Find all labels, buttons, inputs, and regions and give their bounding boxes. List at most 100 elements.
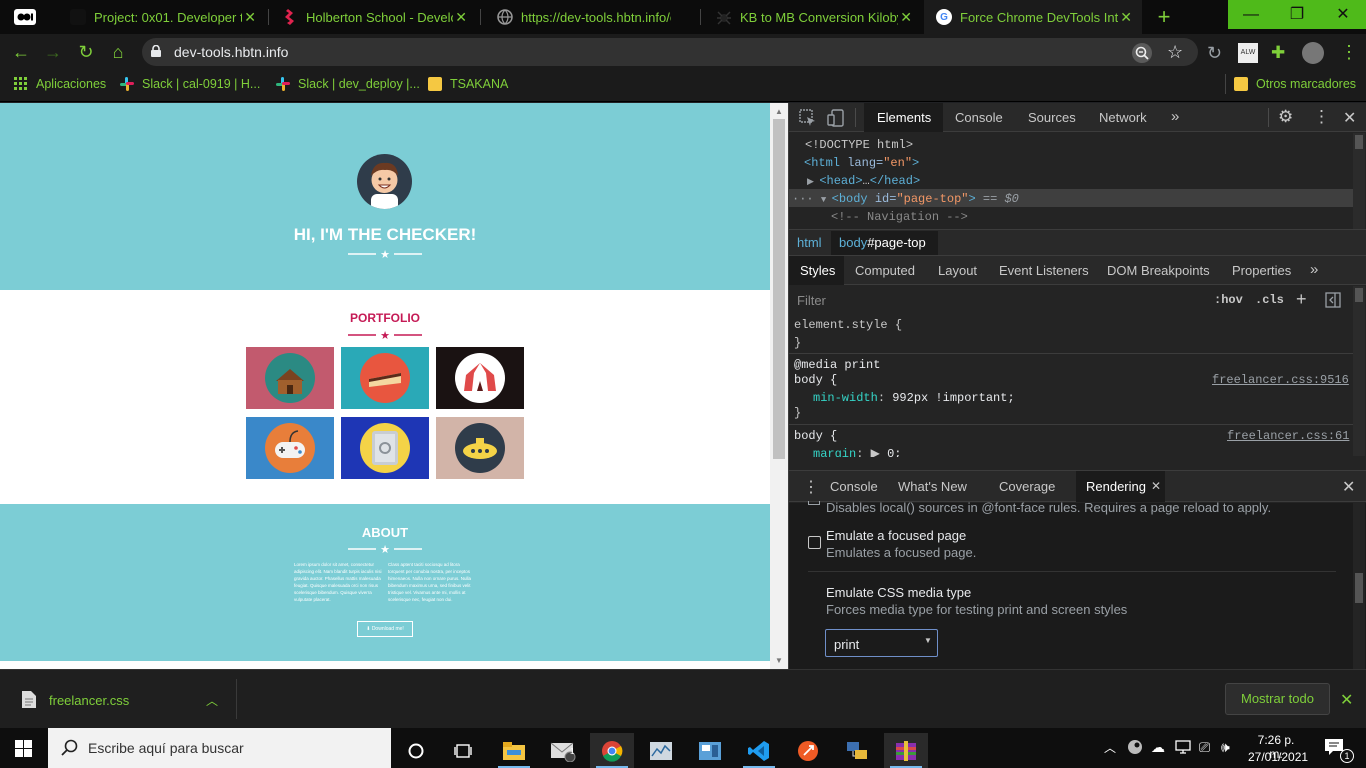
portfolio-item-circus[interactable] — [436, 347, 524, 409]
download-button[interactable]: ⬇ Download me! — [357, 621, 413, 637]
close-devtools-icon[interactable]: ✕ — [1343, 108, 1356, 128]
lock-icon[interactable] — [151, 44, 161, 57]
chevron-up-icon[interactable]: ︿ — [206, 692, 218, 709]
vscode-icon[interactable] — [737, 733, 781, 768]
browser-tab[interactable]: https://dev-tools.hbtn.info/css — [485, 0, 695, 34]
rule2-declaration[interactable]: margin: ▶ 0; — [813, 446, 901, 457]
cloud-sync-tray-icon[interactable]: ☁ — [1151, 739, 1165, 756]
task-view-icon[interactable] — [441, 733, 485, 768]
close-icon[interactable]: ✕ — [244, 9, 256, 26]
minimize-button[interactable]: — — [1228, 0, 1274, 29]
browser-tab[interactable]: KB to MB Conversion Kilobyte ✕ — [704, 0, 922, 34]
extensions-puzzle-icon[interactable]: ✚ — [1271, 43, 1285, 63]
tab-console[interactable]: Console — [955, 110, 1003, 125]
page-scrollbar[interactable]: ▲ ▼ — [770, 103, 788, 669]
toggle-sidebar-icon[interactable] — [1325, 292, 1341, 311]
drawer-tab-whats-new[interactable]: What's New — [898, 479, 967, 494]
volume-tray-icon[interactable]: 🕪 — [1221, 739, 1230, 756]
bookmark-other-folder[interactable]: Otros marcadores — [1234, 77, 1356, 91]
settings-gear-icon[interactable]: ⚙ — [1278, 107, 1293, 127]
tab-layout[interactable]: Layout — [938, 263, 977, 278]
winrar-icon[interactable] — [884, 733, 928, 768]
dom-comment-node[interactable]: <!-- Navigation --> — [831, 210, 968, 224]
close-icon[interactable]: ✕ — [1120, 9, 1132, 26]
breadcrumb-html[interactable]: html — [797, 235, 822, 250]
control-panel-icon[interactable] — [688, 733, 732, 768]
zoom-icon[interactable] — [1132, 43, 1152, 63]
checkbox-partial[interactable] — [808, 501, 820, 505]
new-tab-button[interactable]: + — [1150, 4, 1178, 30]
devtools-menu-icon[interactable]: ⋮ — [1313, 107, 1330, 127]
reload-icon[interactable]: ↻ — [75, 42, 97, 62]
dom-html-node[interactable]: <html lang="en"> — [804, 156, 919, 170]
tab-network[interactable]: Network — [1099, 110, 1147, 125]
network-app-icon[interactable] — [835, 733, 879, 768]
rule2-selector[interactable]: body { — [794, 429, 837, 443]
network-tray-icon[interactable] — [1175, 739, 1193, 758]
forward-arrow-icon[interactable]: → — [42, 42, 64, 62]
close-rendering-tab-icon[interactable]: ✕ — [1151, 479, 1161, 493]
device-toolbar-icon[interactable] — [827, 109, 845, 130]
close-drawer-icon[interactable]: ✕ — [1342, 477, 1355, 497]
close-icon[interactable]: ✕ — [455, 9, 467, 26]
file-explorer-icon[interactable] — [492, 733, 536, 768]
bookmark-slack-deploy[interactable]: Slack | dev_deploy |... — [276, 77, 420, 91]
tab-event-listeners[interactable]: Event Listeners — [999, 263, 1089, 278]
drawer-tab-coverage[interactable]: Coverage — [999, 479, 1055, 494]
rule2-source-link[interactable]: freelancer.css:61 — [1227, 429, 1349, 443]
chrome-menu-icon[interactable] — [14, 8, 36, 26]
portfolio-item-safe[interactable] — [341, 417, 429, 479]
meet-now-tray-icon[interactable]: ⎚ — [1199, 739, 1210, 756]
portfolio-item-cabin[interactable] — [246, 347, 334, 409]
windows-start-icon[interactable] — [15, 740, 32, 760]
dom-scrollbar[interactable] — [1353, 133, 1365, 229]
portfolio-item-submarine[interactable] — [436, 417, 524, 479]
profile-avatar[interactable] — [1302, 42, 1324, 64]
tab-computed[interactable]: Computed — [855, 263, 915, 278]
close-window-button[interactable]: ✕ — [1320, 0, 1366, 29]
show-hidden-icons-chevron[interactable]: ︿ — [1104, 739, 1116, 756]
styles-scrollbar[interactable] — [1353, 286, 1365, 456]
browser-tab[interactable]: Project: 0x01. Developer tools ✕ — [58, 0, 266, 34]
extension-alw-icon[interactable]: ALW — [1238, 43, 1258, 63]
drawer-tab-console[interactable]: Console — [830, 479, 878, 494]
steam-tray-icon[interactable] — [1127, 739, 1143, 758]
cls-button[interactable]: .cls — [1255, 293, 1284, 307]
styles-filter-input[interactable] — [789, 286, 1201, 314]
portfolio-item-cake[interactable] — [341, 347, 429, 409]
element-style-rule[interactable]: element.style { — [794, 318, 902, 332]
tab-sources[interactable]: Sources — [1028, 110, 1076, 125]
clock-date[interactable]: 27/01/2021 — [1248, 750, 1308, 764]
extension-refresh-icon[interactable]: ↻ — [1207, 43, 1222, 64]
scroll-up-arrow[interactable]: ▲ — [775, 107, 783, 116]
more-panes-chevron-icon[interactable]: » — [1310, 261, 1318, 278]
inspect-element-icon[interactable] — [799, 109, 817, 130]
dom-doctype[interactable]: <!DOCTYPE html> — [805, 138, 913, 152]
postman-icon[interactable] — [786, 733, 830, 768]
dom-head-node[interactable]: ▶ <head>…</head> — [807, 174, 920, 188]
back-arrow-icon[interactable]: ← — [10, 42, 32, 62]
scrollbar-thumb[interactable] — [773, 119, 785, 459]
browser-tab-active[interactable]: G Force Chrome DevTools Into ✕ — [924, 0, 1142, 34]
perf-monitor-icon[interactable] — [639, 733, 683, 768]
mail-icon[interactable]: 1 — [541, 733, 585, 768]
drawer-menu-icon[interactable]: ⋮ — [803, 477, 819, 497]
bookmark-folder-tsakana[interactable]: TSAKANA — [428, 77, 508, 91]
chrome-taskbar-icon[interactable] — [590, 733, 634, 768]
url-text[interactable]: dev-tools.hbtn.info — [174, 44, 288, 60]
tab-dom-breakpoints[interactable]: DOM Breakpoints — [1107, 263, 1210, 278]
bookmark-apps[interactable]: Aplicaciones — [14, 77, 106, 91]
tab-properties[interactable]: Properties — [1232, 263, 1291, 278]
browser-tab[interactable]: Holberton School - Developer ✕ — [270, 0, 477, 34]
bookmark-slack-cal[interactable]: Slack | cal-0919 | H... — [120, 77, 260, 91]
more-tabs-chevron-icon[interactable]: » — [1171, 108, 1179, 125]
emulate-focused-checkbox[interactable] — [808, 536, 821, 549]
dom-body-node[interactable]: ··· ▼ <body id="page-top"> == $0 — [792, 192, 1019, 206]
maximize-button[interactable]: ❐ — [1274, 0, 1320, 29]
hov-button[interactable]: :hov — [1214, 293, 1243, 307]
rule1-selector[interactable]: body { — [794, 373, 837, 387]
scroll-down-arrow[interactable]: ▼ — [775, 656, 783, 665]
rule1-source-link[interactable]: freelancer.css:9516 — [1212, 373, 1349, 387]
drawer-scrollbar[interactable] — [1353, 503, 1365, 669]
chrome-menu-dots-icon[interactable]: ⋮ — [1340, 42, 1358, 63]
